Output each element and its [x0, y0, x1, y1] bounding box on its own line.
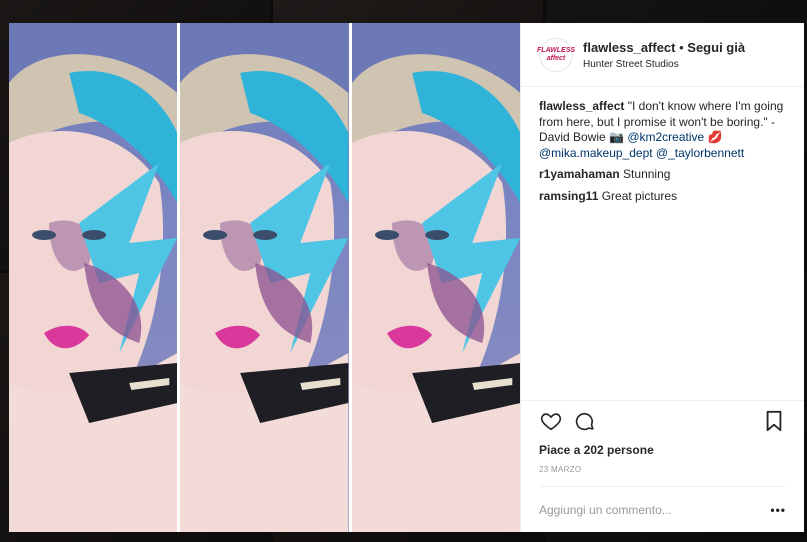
image-panel — [180, 23, 349, 532]
heart-icon[interactable] — [539, 409, 563, 433]
comment-username[interactable]: ramsing11 — [539, 189, 598, 203]
actions-section: Piace a 202 persone 23 MARZO Aggiungi un… — [521, 400, 804, 532]
separator: • — [675, 39, 688, 55]
avatar[interactable]: FLAWLESS affect — [537, 37, 575, 72]
image-panel — [9, 23, 178, 532]
location-link[interactable]: Hunter Street Studios — [583, 59, 745, 70]
follow-button[interactable]: Segui già — [687, 40, 745, 55]
comment-text: 💋 — [704, 130, 723, 144]
portrait-illustration — [9, 23, 178, 532]
comment-text: Stunning — [619, 167, 671, 181]
comment-input[interactable]: Aggiungi un commento... — [539, 503, 770, 517]
username-link[interactable]: flawless_affect — [583, 40, 676, 55]
image-panel — [351, 23, 520, 532]
post-header: FLAWLESS affect flawless_affect • Segui … — [521, 23, 804, 87]
comment-username[interactable]: r1yamahaman — [539, 167, 620, 181]
comment-input-row: Aggiungi un commento... ••• — [539, 486, 786, 532]
post-date: 23 MARZO — [539, 465, 582, 474]
comment-item: r1yamahaman Stunning — [539, 167, 786, 183]
post-sidebar: FLAWLESS affect flawless_affect • Segui … — [520, 23, 804, 532]
post-modal: FLAWLESS affect flawless_affect • Segui … — [9, 23, 804, 532]
bookmark-icon[interactable] — [762, 409, 786, 433]
comment-text: 📷 — [609, 130, 624, 144]
comment-item: ramsing11 Great pictures — [539, 189, 786, 205]
comments-list: flawless_affect "I don't know where I'm … — [521, 87, 804, 400]
comment-item: flawless_affect "I don't know where I'm … — [539, 99, 786, 161]
post-image[interactable] — [9, 23, 520, 532]
more-options-icon[interactable]: ••• — [770, 503, 786, 517]
comment-icon[interactable] — [573, 409, 597, 433]
portrait-illustration — [180, 23, 349, 532]
comment-text: Great pictures — [598, 188, 678, 203]
portrait-illustration — [351, 23, 520, 532]
likes-count[interactable]: Piace a 202 persone — [539, 443, 786, 457]
mention-link[interactable]: @km2creative — [624, 130, 704, 144]
comment-username[interactable]: flawless_affect — [539, 99, 624, 113]
mention-link[interactable]: @_taylorbennett — [656, 146, 744, 160]
mention-link[interactable]: @mika.makeup_dept — [539, 146, 653, 160]
